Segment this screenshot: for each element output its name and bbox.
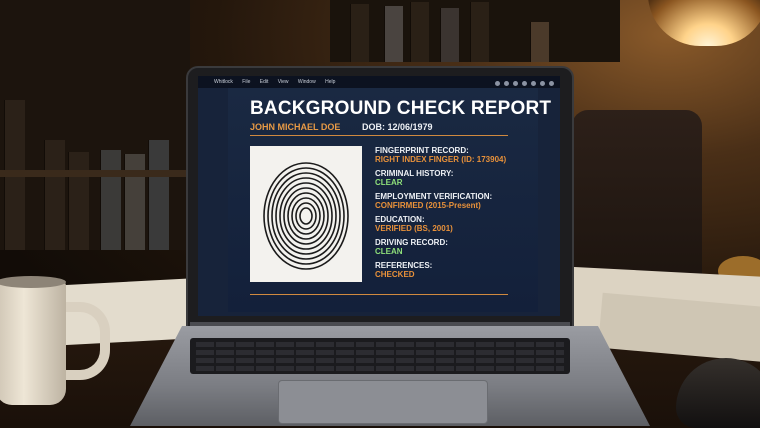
menu-view[interactable]: View (278, 79, 289, 85)
field-criminal-history: CRIMINAL HISTORY: CLEAR (375, 169, 506, 188)
status-icon[interactable] (522, 81, 527, 86)
laptop-trackpad[interactable] (278, 380, 488, 424)
status-icon[interactable] (513, 81, 518, 86)
scene: Whitlock File Edit View Window Help BACK… (0, 0, 760, 428)
field-employment-verification: EMPLOYMENT VERIFICATION: CONFIRMED (2015… (375, 192, 506, 211)
field-label: DRIVING RECORD: (375, 238, 448, 247)
field-value: CLEAR (375, 178, 403, 187)
laptop-keyboard[interactable] (190, 338, 570, 374)
fingerprint-icon (263, 162, 349, 270)
header-divider (250, 135, 508, 136)
field-value: CONFIRMED (2015-Present) (375, 201, 481, 210)
status-icon[interactable] (504, 81, 509, 86)
field-value: CHECKED (375, 270, 415, 279)
menu-help[interactable]: Help (325, 79, 335, 85)
field-fingerprint-record: FINGERPRINT RECORD: RIGHT INDEX FINGER (… (375, 146, 506, 165)
status-icon[interactable] (549, 81, 554, 86)
field-label: CRIMINAL HISTORY: (375, 169, 454, 178)
field-label: EMPLOYMENT VERIFICATION: (375, 192, 493, 201)
menu-window[interactable]: Window (298, 79, 316, 85)
laptop-screen: Whitlock File Edit View Window Help BACK… (198, 76, 560, 316)
bookshelf-back (330, 0, 620, 62)
field-education: EDUCATION: VERIFIED (BS, 2001) (375, 215, 506, 234)
field-label: EDUCATION: (375, 215, 425, 224)
subject-name: JOHN MICHAEL DOE (250, 122, 341, 132)
coffee-mug (0, 280, 66, 405)
field-label: REFERENCES: (375, 261, 433, 270)
shelf-board (0, 170, 190, 177)
field-references: REFERENCES: CHECKED (375, 261, 506, 280)
bookshelf-left (0, 0, 190, 250)
desk-lamp (648, 0, 760, 46)
status-icon[interactable] (495, 81, 500, 86)
report-title: BACKGROUND CHECK REPORT (250, 98, 552, 119)
field-driving-record: DRIVING RECORD: CLEAN (375, 238, 506, 257)
field-value: VERIFIED (BS, 2001) (375, 224, 453, 233)
menu-file[interactable]: File (242, 79, 250, 85)
field-value: CLEAN (375, 247, 403, 256)
status-icon[interactable] (531, 81, 536, 86)
subject-dob: DOB: 12/06/1979 (362, 122, 433, 132)
report-fields: FINGERPRINT RECORD: RIGHT INDEX FINGER (… (375, 146, 506, 284)
fingerprint-card (250, 146, 362, 282)
field-label: FINGERPRINT RECORD: (375, 146, 469, 155)
menu-edit[interactable]: Edit (260, 79, 269, 85)
field-value: RIGHT INDEX FINGER (ID: 173904) (375, 155, 507, 164)
mug-handle (60, 302, 110, 380)
menu-app-name[interactable]: Whitlock (214, 79, 233, 85)
footer-divider (250, 294, 508, 295)
status-icon[interactable] (540, 81, 545, 86)
menu-bar: Whitlock File Edit View Window Help (198, 76, 560, 88)
background-check-report: BACKGROUND CHECK REPORT JOHN MICHAEL DOE… (228, 88, 551, 312)
